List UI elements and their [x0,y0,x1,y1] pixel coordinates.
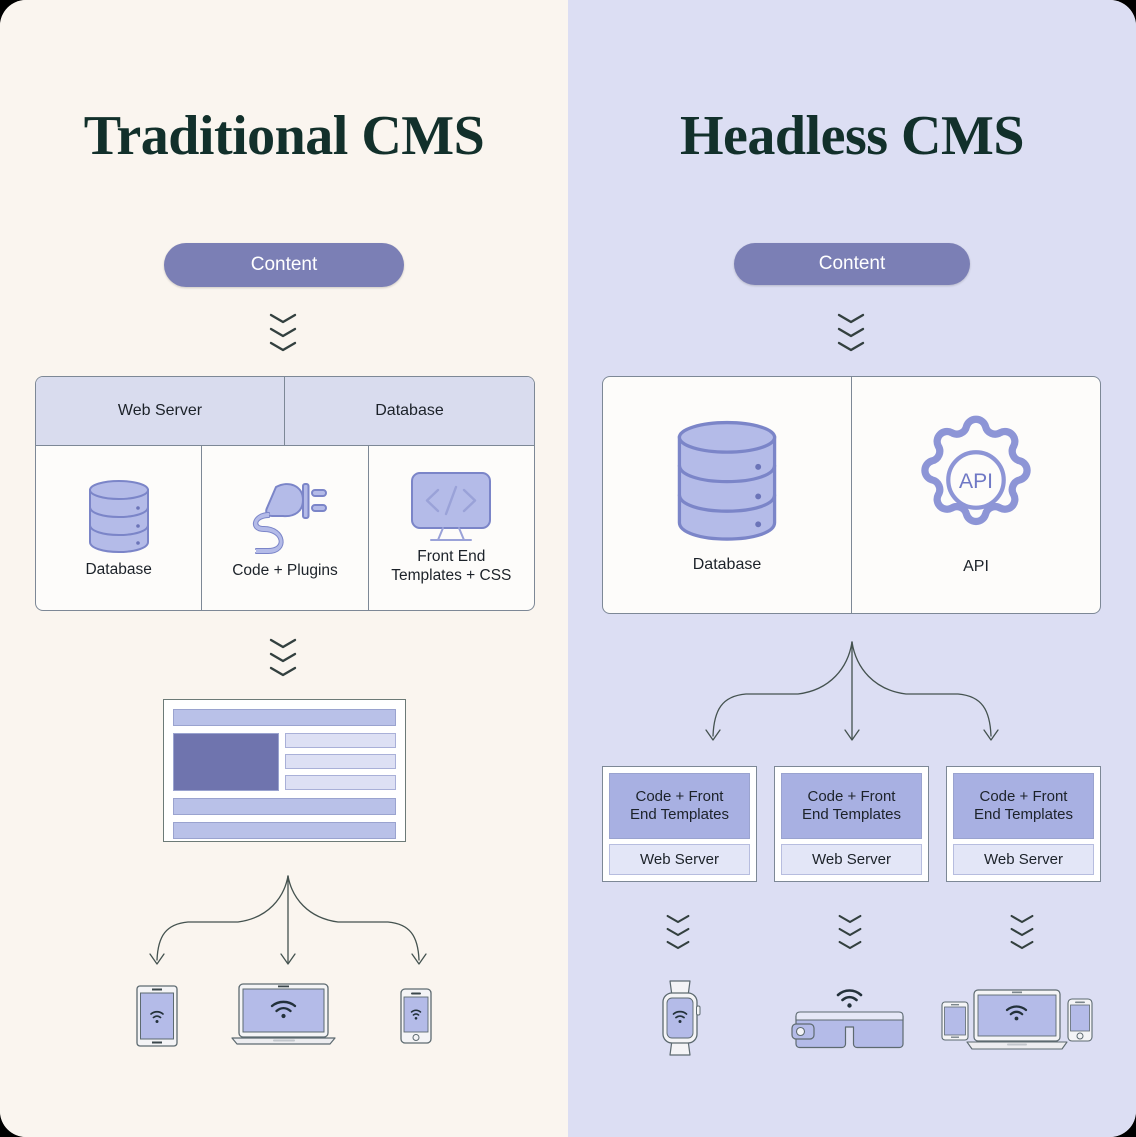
laptop-wifi-icon [231,983,336,1045]
cell-label: Code + Plugins [232,561,338,579]
header-label: Database [375,402,444,419]
cell-code-plugins: Code + Plugins [201,446,367,610]
cell-label: Front End Templates + CSS [391,548,512,584]
chevron-down-icon [837,341,865,352]
device-multi [940,980,1094,1061]
device-tablet [136,985,178,1052]
chevron-down-icon [1010,927,1034,937]
chevron-down-icon [838,940,862,950]
chevron-down-icon [269,638,297,649]
chevron-connector-server-3 [1009,913,1035,951]
page-title-traditional: Traditional CMS [83,105,485,167]
chevron-down-icon [837,327,865,338]
chevron-down-icon [1010,940,1034,950]
plug-icon [253,482,327,554]
page-title-headless: Headless CMS [680,105,1025,167]
stack-header-row: Web Server Database [36,377,534,446]
chevron-down-icon [838,927,862,937]
traditional-cms-panel: Traditional CMS Content Web Server Datab… [0,0,568,1137]
cell-label: API [963,558,989,575]
database-icon [88,479,149,553]
device-vr-glasses [790,980,908,1061]
header-label: Web Server [117,402,203,419]
rendered-web-page-mockup [163,699,406,842]
smartwatch-wifi-icon [662,980,701,1056]
api-gear-icon: API [921,415,1031,526]
header-web-server: Web Server [36,377,284,445]
header-database: Database [284,377,534,445]
cms-comparison-diagram: Traditional CMS Content Web Server Datab… [0,0,1136,1137]
headless-cms-panel: Headless CMS Content Database API API Co… [568,0,1136,1137]
server-bottom-label: Web Server [609,844,750,875]
chevron-down-icon [269,652,297,663]
chevron-down-icon [269,313,297,324]
chevron-connector-server-2 [837,913,863,951]
mock-footer-bar [173,822,396,839]
phone-wifi-icon [400,988,432,1044]
server-box-2: Code + Front End Templates Web Server [774,766,929,882]
chevron-down-icon [269,666,297,677]
headless-stack-row: Database API API [603,377,1100,613]
database-icon [677,420,777,541]
cell-label: Database [692,556,762,573]
mock-middle-section [173,733,396,791]
chevron-down-icon [666,927,690,937]
cell-database: Database [36,446,201,610]
mock-header-bar [173,709,396,726]
headless-stack-box: Database API API [602,376,1101,614]
tablet-wifi-icon [136,985,178,1047]
content-pill-traditional: Content [164,243,404,287]
mock-text-lines [285,733,396,791]
server-top-label: Code + Front End Templates [781,773,922,839]
cell-api: API API [851,377,1100,613]
server-box-3: Code + Front End Templates Web Server [946,766,1101,882]
server-top-label: Code + Front End Templates [609,773,750,839]
chevron-connector-server-1 [665,913,691,951]
content-pill-label: Content [818,253,886,274]
chevron-down-icon [1010,914,1034,924]
branch-arrows-right [684,640,1020,755]
stack-body-row: Database Code + Plugins Front End Templa… [36,446,534,610]
cell-database: Database [603,377,851,613]
content-pill-label: Content [250,254,318,275]
api-gear-inner-label: API [959,470,993,493]
traditional-stack-box: Web Server Database Database Code + Plug… [35,376,535,611]
mock-line [285,775,396,790]
multi-device-wifi-icon [941,989,1093,1050]
mock-hero-image [173,733,279,791]
server-top-label: Code + Front End Templates [953,773,1094,839]
three-way-arrow-icon [149,875,427,965]
device-phone [400,988,432,1049]
mock-footer-bar [173,798,396,815]
chevron-down-icon [269,341,297,352]
chevron-down-icon [666,940,690,950]
chevron-connector-mid-left [268,637,298,678]
chevron-connector-top-right [836,312,866,353]
server-box-1: Code + Front End Templates Web Server [602,766,757,882]
chevron-down-icon [838,914,862,924]
chevron-connector-top-left [268,312,298,353]
mock-line [285,754,396,769]
monitor-code-icon [411,472,492,542]
chevron-down-icon [269,327,297,338]
device-smartwatch [653,978,707,1063]
mock-footer-bars [173,798,396,839]
mock-line [285,733,396,748]
cell-label: Database [85,560,152,578]
device-laptop [231,982,336,1053]
cell-front-end-templates: Front End Templates + CSS [367,446,534,610]
server-bottom-label: Web Server [953,844,1094,875]
server-bottom-label: Web Server [781,844,922,875]
chevron-down-icon [666,914,690,924]
chevron-down-icon [837,313,865,324]
three-way-arrow-icon [705,641,999,741]
vr-glasses-wifi-icon [791,989,904,1049]
content-pill-headless: Content [734,243,970,285]
branch-arrows-left [128,874,448,979]
